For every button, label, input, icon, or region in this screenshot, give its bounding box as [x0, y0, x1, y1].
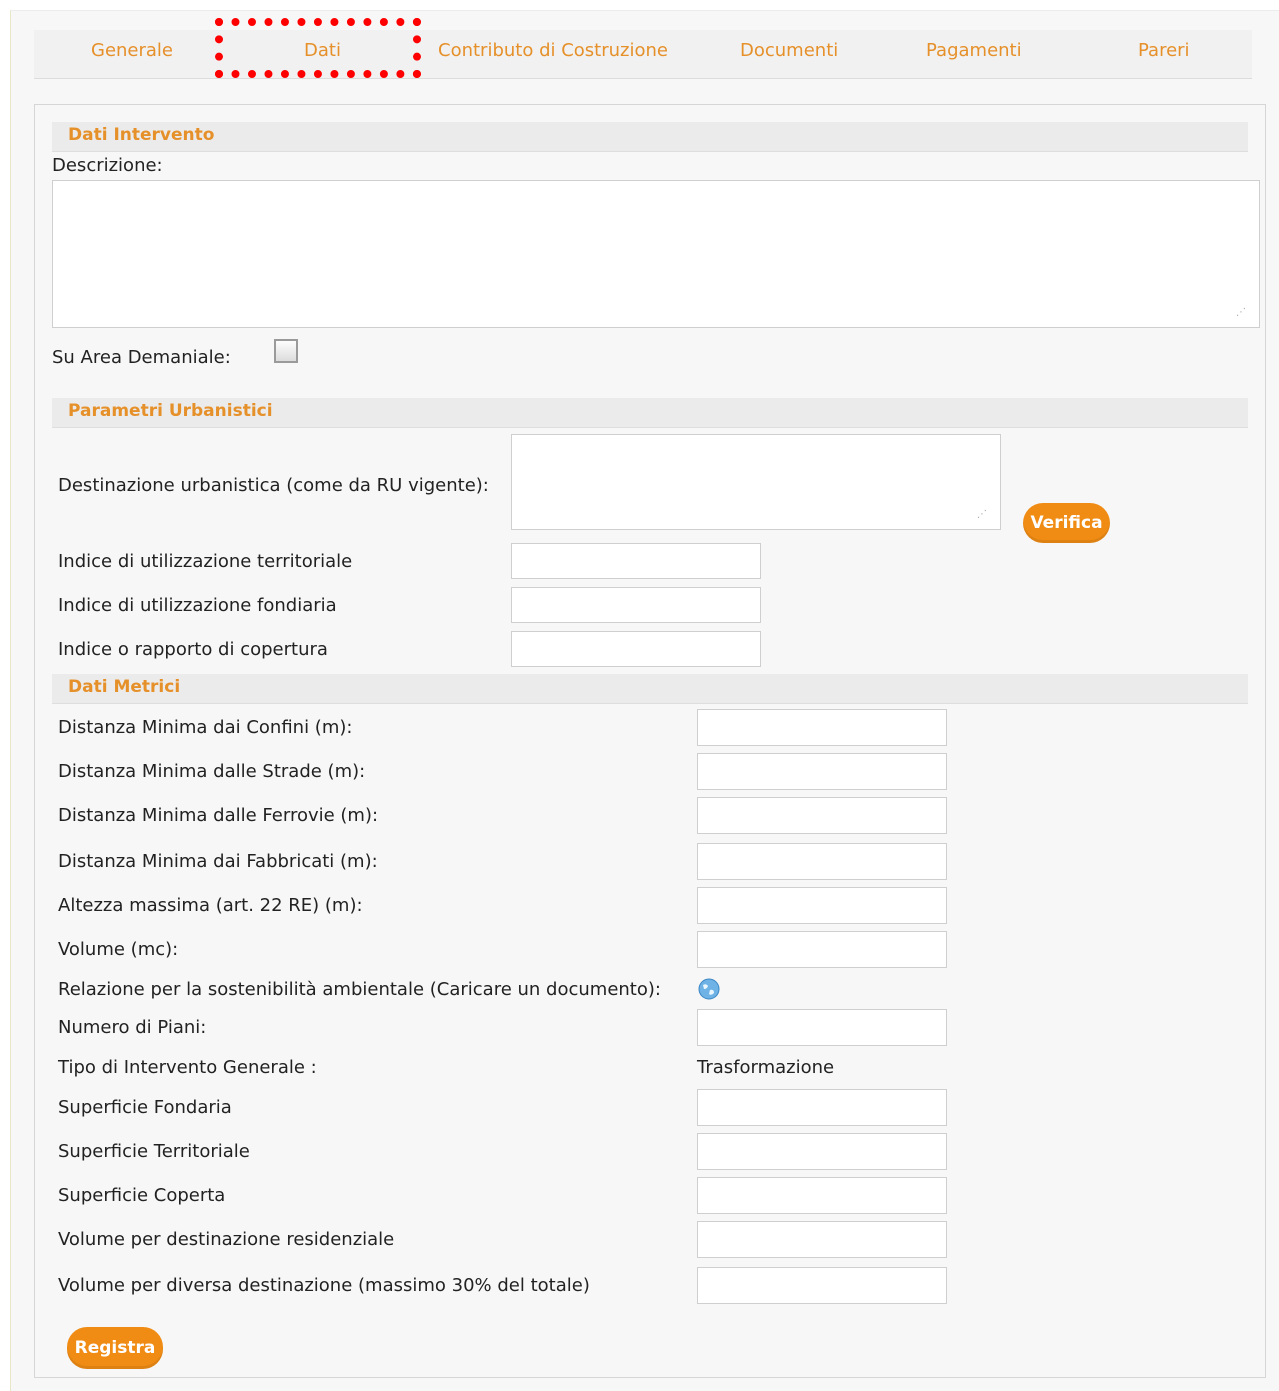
section-title: Parametri Urbanistici: [68, 401, 273, 421]
tab-documenti[interactable]: Documenti: [740, 40, 838, 61]
vol-diversa-label: Volume per diversa destinazione (massimo…: [58, 1275, 590, 1296]
section-header-dati-intervento: Dati Intervento: [52, 122, 1248, 152]
area-demaniale-label: Su Area Demaniale:: [52, 347, 231, 368]
descrizione-label: Descrizione:: [52, 155, 163, 176]
destinazione-label: Destinazione urbanistica (come da RU vig…: [58, 475, 489, 496]
tab-generale[interactable]: Generale: [91, 40, 173, 61]
sup-territoriale-label: Superficie Territoriale: [58, 1141, 250, 1162]
sup-coperta-input[interactable]: [697, 1177, 947, 1214]
piani-label: Numero di Piani:: [58, 1017, 207, 1038]
resize-grip-icon[interactable]: ⋰: [1236, 308, 1248, 320]
indice-fondiaria-label: Indice di utilizzazione fondiaria: [58, 595, 337, 616]
altezza-input[interactable]: [697, 887, 947, 924]
tab-pagamenti[interactable]: Pagamenti: [926, 40, 1022, 61]
relazione-label: Relazione per la sostenibilità ambiental…: [58, 979, 661, 1000]
dist-fabbricati-input[interactable]: [697, 843, 947, 880]
dist-ferrovie-input[interactable]: [697, 797, 947, 834]
indice-territoriale-label: Indice di utilizzazione territoriale: [58, 551, 353, 572]
indice-fondiaria-input[interactable]: [511, 587, 761, 623]
dist-confini-input[interactable]: [697, 709, 947, 746]
piani-input[interactable]: [697, 1009, 947, 1046]
highlight-box: [215, 18, 421, 78]
vol-residenziale-input[interactable]: [697, 1221, 947, 1258]
dist-strade-input[interactable]: [697, 753, 947, 790]
tipo-intervento-value: Trasformazione: [697, 1057, 835, 1078]
dist-strade-label: Distanza Minima dalle Strade (m):: [58, 761, 366, 782]
indice-copertura-input[interactable]: [511, 631, 761, 667]
section-header-dati-metrici: Dati Metrici: [52, 674, 1248, 704]
globe-icon[interactable]: [698, 978, 720, 1000]
indice-copertura-label: Indice o rapporto di copertura: [58, 639, 328, 660]
altezza-label: Altezza massima (art. 22 RE) (m):: [58, 895, 363, 916]
dist-fabbricati-label: Distanza Minima dai Fabbricati (m):: [58, 851, 378, 872]
volume-label: Volume (mc):: [58, 939, 179, 960]
section-title: Dati Metrici: [68, 677, 181, 697]
sup-coperta-label: Superficie Coperta: [58, 1185, 226, 1206]
indice-territoriale-input[interactable]: [511, 543, 761, 579]
area-demaniale-checkbox[interactable]: [274, 339, 298, 363]
sup-fondaria-label: Superficie Fondaria: [58, 1097, 232, 1118]
dist-ferrovie-label: Distanza Minima dalle Ferrovie (m):: [58, 805, 379, 826]
vol-residenziale-label: Volume per destinazione residenziale: [58, 1229, 395, 1250]
vol-diversa-input[interactable]: [697, 1267, 947, 1304]
volume-input[interactable]: [697, 931, 947, 968]
resize-grip-icon[interactable]: ⋰: [977, 510, 989, 522]
destinazione-textarea[interactable]: [511, 434, 1001, 530]
registra-button[interactable]: Registra: [67, 1327, 163, 1369]
descrizione-textarea[interactable]: [52, 180, 1260, 328]
dist-confini-label: Distanza Minima dai Confini (m):: [58, 717, 353, 738]
sup-fondaria-input[interactable]: [697, 1089, 947, 1126]
section-header-parametri-urbanistici: Parametri Urbanistici: [52, 398, 1248, 428]
tipo-intervento-label: Tipo di Intervento Generale :: [58, 1057, 317, 1078]
tab-contributo-di-costruzione[interactable]: Contributo di Costruzione: [438, 40, 668, 61]
tab-pareri[interactable]: Pareri: [1138, 40, 1190, 61]
section-title: Dati Intervento: [68, 125, 215, 145]
verifica-button[interactable]: Verifica: [1023, 503, 1110, 543]
sup-territoriale-input[interactable]: [697, 1133, 947, 1170]
